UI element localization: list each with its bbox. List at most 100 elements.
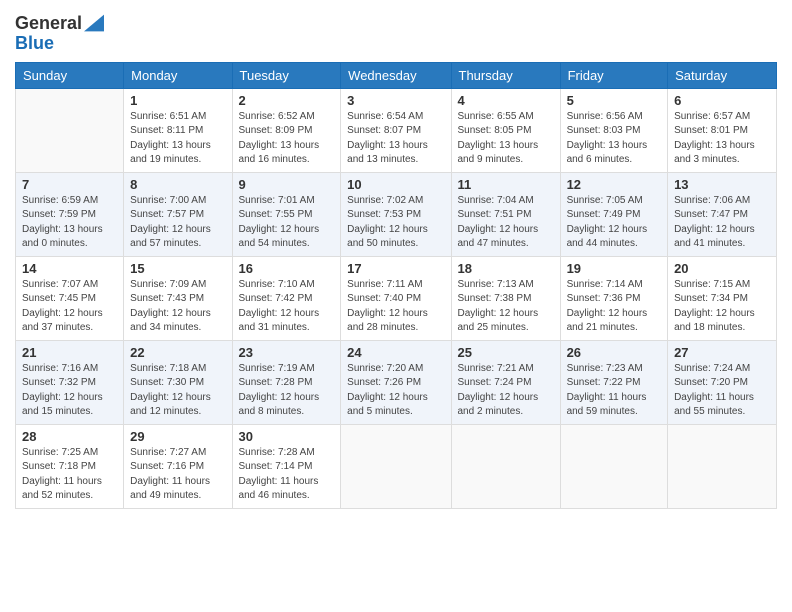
calendar-cell: 23 Sunrise: 7:19 AMSunset: 7:28 PMDayligh… <box>232 340 341 424</box>
calendar-week-row: 28 Sunrise: 7:25 AMSunset: 7:18 PMDayligh… <box>16 424 777 508</box>
day-info: Sunrise: 7:23 AMSunset: 7:22 PMDaylight:… <box>567 362 662 420</box>
calendar-cell: 14Sunrise: 7:07 AMSunset: 7:45 PMDayligh… <box>16 256 124 340</box>
calendar-cell <box>16 88 124 172</box>
day-info: Sunrise: 7:13 AMSunset: 7:38 PMDaylight:… <box>458 278 554 336</box>
day-number: 8 <box>130 177 225 192</box>
day-info: Sunrise: 6:57 AMSunset: 8:01 PMDaylight:… <box>674 110 770 168</box>
calendar-cell: 7Sunrise: 6:59 AMSunset: 7:59 PMDaylight… <box>16 172 124 256</box>
calendar-cell: 10Sunrise: 7:02 AMSunset: 7:53 PMDayligh… <box>341 172 451 256</box>
calendar-cell <box>451 424 560 508</box>
calendar-cell: 4 Sunrise: 6:55 AMSunset: 8:05 PMDaylight… <box>451 88 560 172</box>
day-number: 25 <box>458 345 554 360</box>
calendar-week-row: 7Sunrise: 6:59 AMSunset: 7:59 PMDaylight… <box>16 172 777 256</box>
day-number: 13 <box>674 177 770 192</box>
day-number: 26 <box>567 345 662 360</box>
calendar-cell: 13 Sunrise: 7:06 AMSunset: 7:47 PMDayligh… <box>668 172 777 256</box>
calendar-cell <box>341 424 451 508</box>
calendar-week-row: 21 Sunrise: 7:16 AMSunset: 7:32 PMDayligh… <box>16 340 777 424</box>
calendar-cell: 11 Sunrise: 7:04 AMSunset: 7:51 PMDayligh… <box>451 172 560 256</box>
logo-text-blue: Blue <box>15 34 104 54</box>
day-number: 28 <box>22 429 117 444</box>
calendar-cell: 19 Sunrise: 7:14 AMSunset: 7:36 PMDayligh… <box>560 256 668 340</box>
calendar-cell <box>560 424 668 508</box>
day-number: 17 <box>347 261 444 276</box>
day-number: 1 <box>130 93 225 108</box>
day-info: Sunrise: 7:18 AMSunset: 7:30 PMDaylight:… <box>130 362 225 420</box>
header: General Blue <box>15 10 777 54</box>
day-number: 20 <box>674 261 770 276</box>
logo-text-general: General <box>15 14 82 34</box>
calendar-week-row: 1 Sunrise: 6:51 AMSunset: 8:11 PMDaylight… <box>16 88 777 172</box>
header-thursday: Thursday <box>451 62 560 88</box>
day-info: Sunrise: 6:55 AMSunset: 8:05 PMDaylight:… <box>458 110 554 168</box>
header-sunday: Sunday <box>16 62 124 88</box>
day-info: Sunrise: 7:09 AMSunset: 7:43 PMDaylight:… <box>130 278 225 336</box>
day-info: Sunrise: 7:01 AMSunset: 7:55 PMDaylight:… <box>239 194 335 252</box>
day-number: 30 <box>239 429 335 444</box>
day-info: Sunrise: 7:25 AMSunset: 7:18 PMDaylight:… <box>22 446 117 504</box>
day-number: 23 <box>239 345 335 360</box>
calendar-cell: 8 Sunrise: 7:00 AMSunset: 7:57 PMDaylight… <box>124 172 232 256</box>
day-info: Sunrise: 6:59 AMSunset: 7:59 PMDaylight:… <box>22 194 117 252</box>
day-number: 11 <box>458 177 554 192</box>
calendar-cell: 16Sunrise: 7:10 AMSunset: 7:42 PMDayligh… <box>232 256 341 340</box>
day-number: 29 <box>130 429 225 444</box>
day-info: Sunrise: 7:16 AMSunset: 7:32 PMDaylight:… <box>22 362 117 420</box>
logo-icon <box>84 13 104 33</box>
day-number: 19 <box>567 261 662 276</box>
calendar-cell: 20 Sunrise: 7:15 AMSunset: 7:34 PMDayligh… <box>668 256 777 340</box>
weekday-header-row: Sunday Monday Tuesday Wednesday Thursday… <box>16 62 777 88</box>
day-number: 5 <box>567 93 662 108</box>
day-number: 27 <box>674 345 770 360</box>
day-number: 9 <box>239 177 335 192</box>
day-number: 18 <box>458 261 554 276</box>
header-friday: Friday <box>560 62 668 88</box>
day-info: Sunrise: 7:24 AMSunset: 7:20 PMDaylight:… <box>674 362 770 420</box>
day-info: Sunrise: 7:19 AMSunset: 7:28 PMDaylight:… <box>239 362 335 420</box>
day-info: Sunrise: 7:06 AMSunset: 7:47 PMDaylight:… <box>674 194 770 252</box>
day-number: 6 <box>674 93 770 108</box>
day-info: Sunrise: 6:56 AMSunset: 8:03 PMDaylight:… <box>567 110 662 168</box>
day-info: Sunrise: 7:04 AMSunset: 7:51 PMDaylight:… <box>458 194 554 252</box>
day-info: Sunrise: 7:05 AMSunset: 7:49 PMDaylight:… <box>567 194 662 252</box>
day-info: Sunrise: 7:15 AMSunset: 7:34 PMDaylight:… <box>674 278 770 336</box>
header-saturday: Saturday <box>668 62 777 88</box>
calendar-cell: 17 Sunrise: 7:11 AMSunset: 7:40 PMDayligh… <box>341 256 451 340</box>
calendar-cell: 12 Sunrise: 7:05 AMSunset: 7:49 PMDayligh… <box>560 172 668 256</box>
day-number: 4 <box>458 93 554 108</box>
day-number: 15 <box>130 261 225 276</box>
day-info: Sunrise: 6:52 AMSunset: 8:09 PMDaylight:… <box>239 110 335 168</box>
calendar-cell: 15 Sunrise: 7:09 AMSunset: 7:43 PMDayligh… <box>124 256 232 340</box>
calendar-cell: 1 Sunrise: 6:51 AMSunset: 8:11 PMDaylight… <box>124 88 232 172</box>
day-number: 24 <box>347 345 444 360</box>
page: General Blue Sunday Monday Tuesday Wedne… <box>0 0 792 612</box>
day-info: Sunrise: 7:10 AMSunset: 7:42 PMDaylight:… <box>239 278 335 336</box>
calendar-cell: 9 Sunrise: 7:01 AMSunset: 7:55 PMDaylight… <box>232 172 341 256</box>
day-info: Sunrise: 7:14 AMSunset: 7:36 PMDaylight:… <box>567 278 662 336</box>
calendar-cell: 26 Sunrise: 7:23 AMSunset: 7:22 PMDayligh… <box>560 340 668 424</box>
calendar-cell: 24 Sunrise: 7:20 AMSunset: 7:26 PMDayligh… <box>341 340 451 424</box>
header-monday: Monday <box>124 62 232 88</box>
day-number: 21 <box>22 345 117 360</box>
calendar-cell <box>668 424 777 508</box>
calendar-cell: 22 Sunrise: 7:18 AMSunset: 7:30 PMDayligh… <box>124 340 232 424</box>
day-number: 2 <box>239 93 335 108</box>
calendar-cell: 6 Sunrise: 6:57 AMSunset: 8:01 PMDaylight… <box>668 88 777 172</box>
day-info: Sunrise: 7:28 AMSunset: 7:14 PMDaylight:… <box>239 446 335 504</box>
day-number: 12 <box>567 177 662 192</box>
day-number: 3 <box>347 93 444 108</box>
day-info: Sunrise: 7:20 AMSunset: 7:26 PMDaylight:… <box>347 362 444 420</box>
calendar-cell: 30 Sunrise: 7:28 AMSunset: 7:14 PMDayligh… <box>232 424 341 508</box>
calendar-cell: 18 Sunrise: 7:13 AMSunset: 7:38 PMDayligh… <box>451 256 560 340</box>
header-tuesday: Tuesday <box>232 62 341 88</box>
day-number: 22 <box>130 345 225 360</box>
day-info: Sunrise: 7:00 AMSunset: 7:57 PMDaylight:… <box>130 194 225 252</box>
day-info: Sunrise: 6:51 AMSunset: 8:11 PMDaylight:… <box>130 110 225 168</box>
day-info: Sunrise: 7:27 AMSunset: 7:16 PMDaylight:… <box>130 446 225 504</box>
calendar-cell: 27 Sunrise: 7:24 AMSunset: 7:20 PMDayligh… <box>668 340 777 424</box>
calendar-cell: 29 Sunrise: 7:27 AMSunset: 7:16 PMDayligh… <box>124 424 232 508</box>
day-info: Sunrise: 7:11 AMSunset: 7:40 PMDaylight:… <box>347 278 444 336</box>
day-info: Sunrise: 6:54 AMSunset: 8:07 PMDaylight:… <box>347 110 444 168</box>
calendar-cell: 5 Sunrise: 6:56 AMSunset: 8:03 PMDaylight… <box>560 88 668 172</box>
calendar-week-row: 14Sunrise: 7:07 AMSunset: 7:45 PMDayligh… <box>16 256 777 340</box>
